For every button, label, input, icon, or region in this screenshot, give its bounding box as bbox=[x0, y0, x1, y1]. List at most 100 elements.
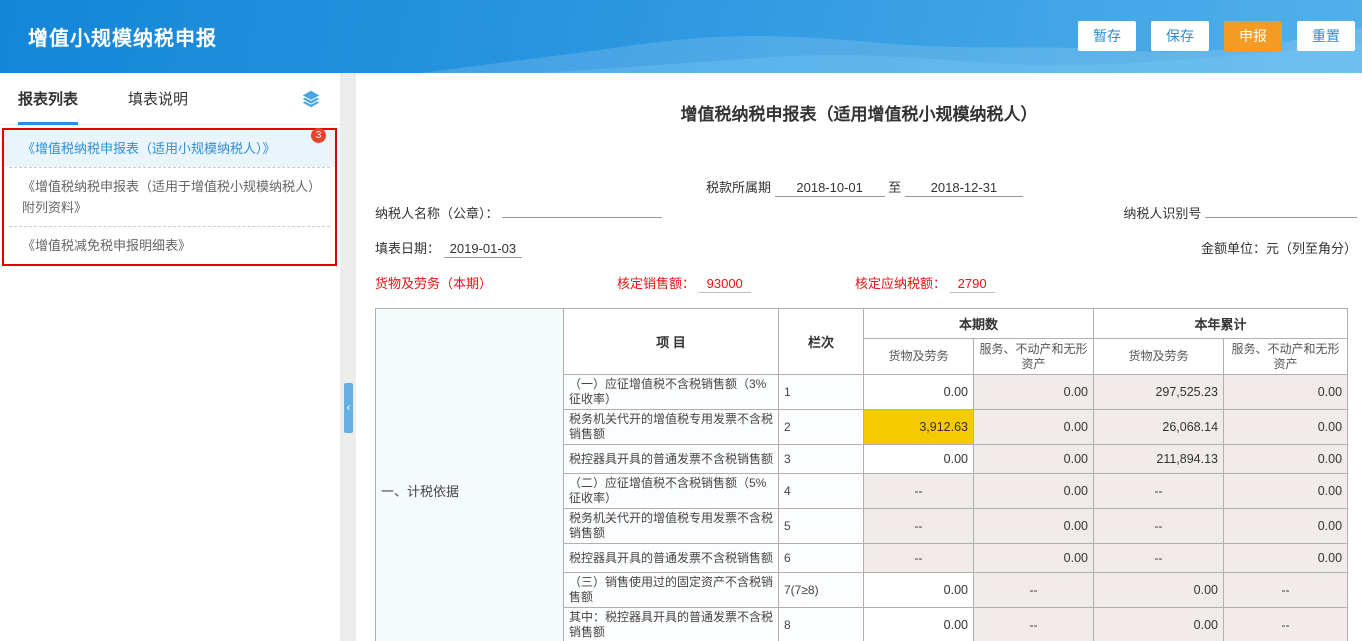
cell-value: 0.00 bbox=[974, 410, 1094, 445]
page-title: 增值小规模纳税申报 bbox=[28, 22, 217, 51]
cell-value: 0.00 bbox=[974, 474, 1094, 509]
cell-value[interactable]: 0.00 bbox=[864, 573, 974, 608]
row-column-no: 7(7≥8) bbox=[779, 573, 864, 608]
cell-value: 0.00 bbox=[974, 509, 1094, 544]
amount-unit-label: 金额单位：元（列至角分） bbox=[1201, 238, 1357, 257]
main-panel: 增值税纳税申报表（适用增值税小规模纳税人） 税款所属期 2018-10-01 至… bbox=[356, 73, 1362, 641]
cell-value[interactable]: 0.00 bbox=[864, 375, 974, 410]
save-button[interactable]: 保存 bbox=[1151, 21, 1209, 51]
fill-date-label: 填表日期： bbox=[375, 241, 440, 256]
header-actions: 暂存 保存 申报 重置 bbox=[1078, 21, 1355, 51]
row-item-label: 税务机关代开的增值税专用发票不含税销售额 bbox=[564, 410, 779, 445]
taxpayer-id-label: 纳税人识别号 bbox=[1123, 206, 1201, 221]
cell-value: -- bbox=[974, 573, 1094, 608]
cell-value: 0.00 bbox=[1094, 573, 1224, 608]
header-services-current: 服务、不动产和无形资产 bbox=[974, 339, 1094, 375]
cell-value: -- bbox=[1094, 544, 1224, 573]
cell-value: -- bbox=[1094, 474, 1224, 509]
row-column-no: 8 bbox=[779, 608, 864, 641]
table-body: 一、计税依据 项 目 栏次 本期数 本年累计 货物及劳务 服务、不动产和无形资产… bbox=[376, 309, 1348, 641]
approved-sales-label: 核定销售额： bbox=[617, 276, 695, 291]
row-column-no: 3 bbox=[779, 445, 864, 474]
cell-value: 0.00 bbox=[1224, 445, 1348, 474]
cell-value: 0.00 bbox=[1224, 375, 1348, 410]
report-item-main-form[interactable]: 《增值税纳税申报表（适用小规模纳税人）》 bbox=[4, 130, 335, 167]
approved-row: 货物及劳务（本期） 核定销售额： 93000 核定应纳税额： 2790 bbox=[375, 273, 1357, 292]
category-cell: 一、计税依据 bbox=[376, 309, 564, 641]
tab-report-list[interactable]: 报表列表 bbox=[18, 88, 78, 125]
app-header: 增值小规模纳税申报 暂存 保存 申报 重置 bbox=[0, 0, 1362, 73]
cell-value[interactable]: 0.00 bbox=[864, 445, 974, 474]
cell-value: -- bbox=[1224, 608, 1348, 641]
declare-button[interactable]: 申报 bbox=[1224, 21, 1282, 51]
header-services-ytd: 服务、不动产和无形资产 bbox=[1224, 339, 1348, 375]
temp-save-button[interactable]: 暂存 bbox=[1078, 21, 1136, 51]
cell-value: 297,525.23 bbox=[1094, 375, 1224, 410]
fill-date-field[interactable]: 2019-01-03 bbox=[444, 241, 523, 258]
layers-icon[interactable] bbox=[300, 88, 322, 110]
cell-value: 0.00 bbox=[974, 544, 1094, 573]
row-item-label: 税控器具开具的普通发票不含税销售额 bbox=[564, 544, 779, 573]
period-end-field[interactable]: 2018-12-31 bbox=[905, 180, 1023, 197]
row-item-label: 税务机关代开的增值税专用发票不含税销售额 bbox=[564, 509, 779, 544]
cell-value: 0.00 bbox=[1224, 509, 1348, 544]
cell-value: 0.00 bbox=[1224, 544, 1348, 573]
cell-value: 0.00 bbox=[1224, 474, 1348, 509]
cell-value: 0.00 bbox=[1094, 608, 1224, 641]
sidebar: 报表列表 填表说明 3 《增值税纳税申报表（适用小规模纳税人）》 《增值税纳税申… bbox=[0, 73, 340, 641]
report-item-exemption-detail[interactable]: 《增值税减免税申报明细表》 bbox=[4, 227, 335, 264]
cell-value: -- bbox=[1094, 509, 1224, 544]
tab-fill-instructions[interactable]: 填表说明 bbox=[128, 88, 188, 122]
reset-button[interactable]: 重置 bbox=[1297, 21, 1355, 51]
sidebar-tabs: 报表列表 填表说明 bbox=[0, 73, 340, 125]
cell-value: -- bbox=[974, 608, 1094, 641]
report-list: 3 《增值税纳税申报表（适用小规模纳税人）》 《增值税纳税申报表（适用于增值税小… bbox=[2, 128, 337, 266]
cell-value: 26,068.14 bbox=[1094, 410, 1224, 445]
row-item-label: 税控器具开具的普通发票不含税销售额 bbox=[564, 445, 779, 474]
row-item-label: （一）应征增值税不含税销售额（3%征收率） bbox=[564, 375, 779, 410]
header-item: 项 目 bbox=[564, 309, 779, 375]
tax-period-row: 税款所属期 2018-10-01 至 2018-12-31 bbox=[706, 177, 1023, 197]
declaration-table: 一、计税依据 项 目 栏次 本期数 本年累计 货物及劳务 服务、不动产和无形资产… bbox=[375, 308, 1348, 641]
cell-value: 0.00 bbox=[1224, 410, 1348, 445]
cell-value[interactable]: 0.00 bbox=[864, 608, 974, 641]
row-item-label: 其中：税控器具开具的普通发票不含税销售额 bbox=[564, 608, 779, 641]
cell-value: 0.00 bbox=[974, 445, 1094, 474]
cell-value-highlighted[interactable]: 3,912.63 bbox=[864, 410, 974, 445]
approved-sales-value: 93000 bbox=[699, 276, 751, 293]
tax-period-label: 税款所属期 bbox=[706, 180, 771, 195]
taxpayer-name-field[interactable] bbox=[502, 216, 662, 218]
fill-date-row: 填表日期： 2019-01-03 金额单位：元（列至角分） bbox=[375, 238, 1357, 258]
row-column-no: 2 bbox=[779, 410, 864, 445]
header-current-period: 本期数 bbox=[864, 309, 1094, 339]
cell-value: -- bbox=[864, 509, 974, 544]
row-item-label: （二）应征增值税不含税销售额（5%征收率） bbox=[564, 474, 779, 509]
taxpayer-row: 纳税人名称（公章）： 纳税人识别号 bbox=[375, 203, 1357, 222]
cell-value: -- bbox=[1224, 573, 1348, 608]
row-column-no: 4 bbox=[779, 474, 864, 509]
approved-scope-label: 货物及劳务（本期） bbox=[375, 276, 492, 291]
header-goods-current: 货物及劳务 bbox=[864, 339, 974, 375]
panel-gap bbox=[340, 73, 356, 641]
row-column-no: 5 bbox=[779, 509, 864, 544]
period-start-field[interactable]: 2018-10-01 bbox=[775, 180, 885, 197]
form-title: 增值税纳税申报表（适用增值税小规模纳税人） bbox=[356, 100, 1362, 125]
cell-value: 211,894.13 bbox=[1094, 445, 1224, 474]
row-column-no: 6 bbox=[779, 544, 864, 573]
header-goods-ytd: 货物及劳务 bbox=[1094, 339, 1224, 375]
row-column-no: 1 bbox=[779, 375, 864, 410]
collapse-sidebar-icon[interactable]: ‹ bbox=[344, 383, 353, 433]
cell-value: 0.00 bbox=[974, 375, 1094, 410]
row-item-label: （三）销售使用过的固定资产不含税销售额 bbox=[564, 573, 779, 608]
approved-tax-label: 核定应纳税额： bbox=[855, 276, 946, 291]
report-item-attachment[interactable]: 《增值税纳税申报表（适用于增值税小规模纳税人）附列资料》 bbox=[4, 168, 335, 226]
header-column-no: 栏次 bbox=[779, 309, 864, 375]
approved-tax-value: 2790 bbox=[950, 276, 995, 293]
header-year-to-date: 本年累计 bbox=[1094, 309, 1348, 339]
to-label: 至 bbox=[888, 180, 901, 195]
taxpayer-name-label: 纳税人名称（公章）： bbox=[375, 206, 499, 221]
taxpayer-id-field[interactable] bbox=[1205, 216, 1357, 218]
cell-value: -- bbox=[864, 474, 974, 509]
cell-value: -- bbox=[864, 544, 974, 573]
report-count-badge: 3 bbox=[311, 128, 326, 143]
